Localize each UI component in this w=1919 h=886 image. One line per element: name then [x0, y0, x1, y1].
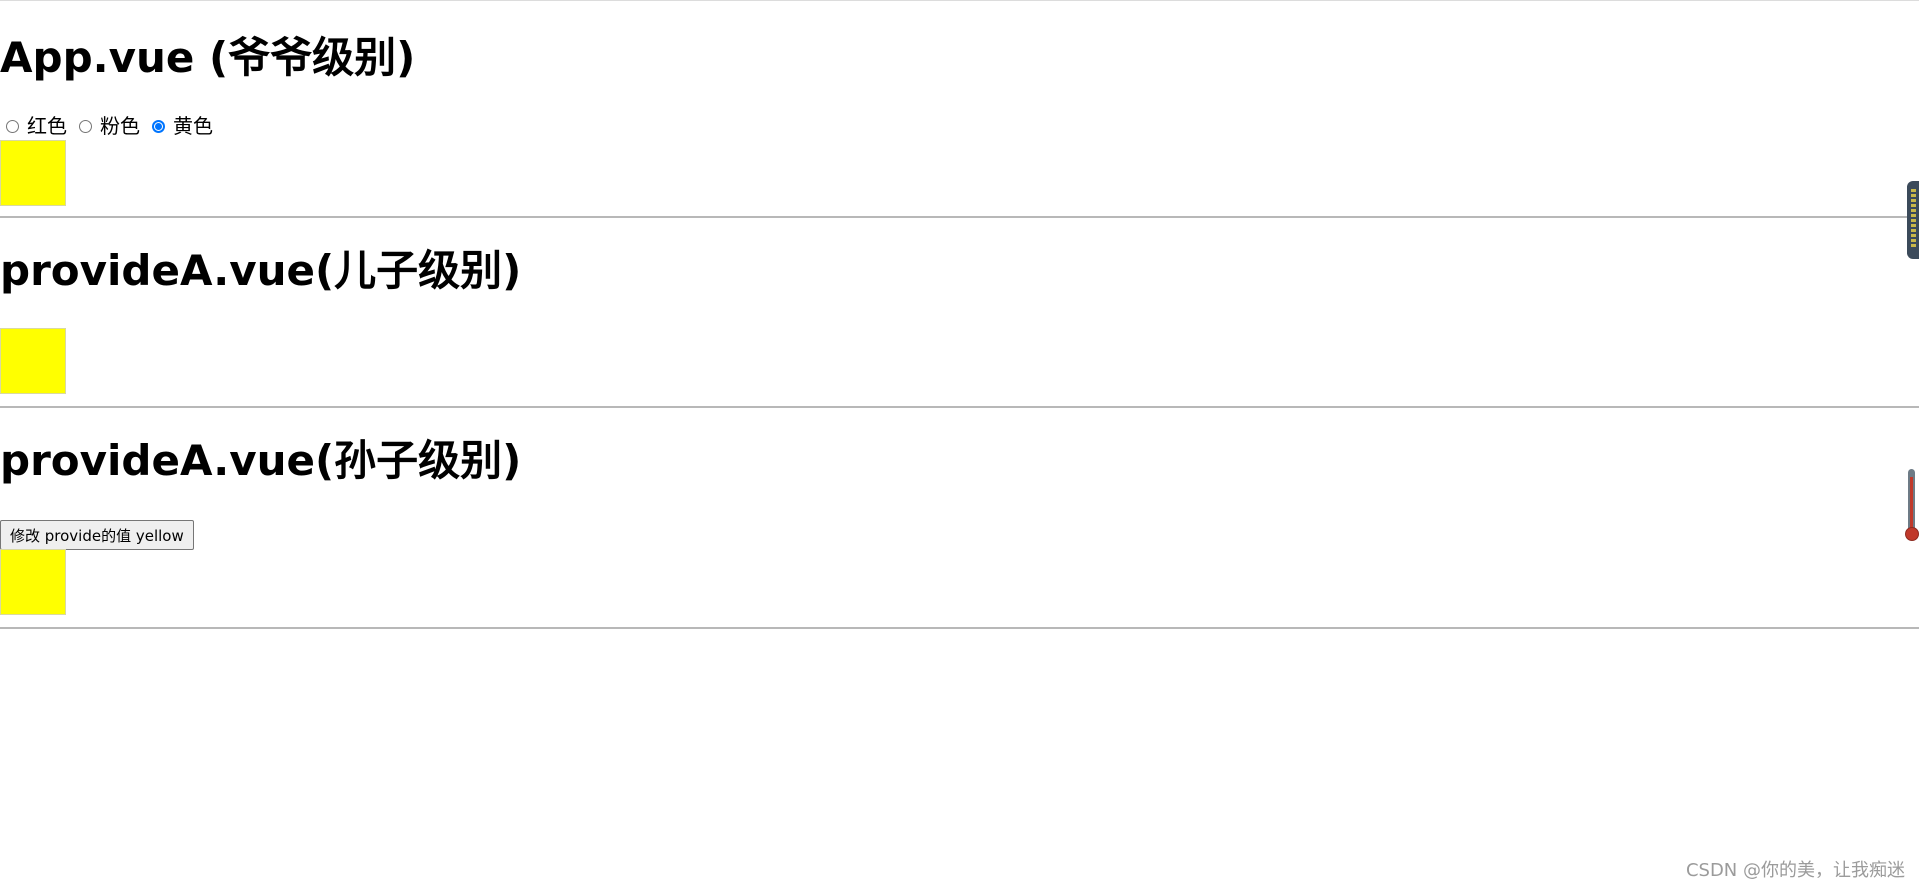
- thermometer-mercury: [1910, 477, 1913, 531]
- meter-bars: [1911, 189, 1916, 249]
- radio-button-pink[interactable]: [79, 119, 92, 133]
- app-heading: App.vue (爷爷级别): [0, 33, 416, 82]
- thermometer-icon[interactable]: [1905, 469, 1919, 543]
- radio-option-yellow[interactable]: 黄色: [152, 113, 213, 139]
- radio-button-yellow[interactable]: [152, 119, 165, 133]
- grandchild-section: provideA.vue(孙子级别) 修改 provide的值 yellow: [0, 408, 1919, 629]
- child-section: provideA.vue(儿子级别): [0, 218, 1919, 408]
- app-color-swatch: [0, 140, 66, 206]
- grandchild-heading: provideA.vue(孙子级别): [0, 436, 522, 485]
- csdn-watermark: CSDN @你的美，让我痴迷: [1685, 860, 1905, 881]
- radio-label-pink: 粉色: [100, 114, 140, 138]
- modify-provide-button[interactable]: 修改 provide的值 yellow: [0, 520, 194, 550]
- radio-button-red[interactable]: [6, 119, 19, 133]
- color-radio-group: 红色 粉色 黄色: [6, 113, 225, 139]
- grandchild-color-swatch: [0, 549, 66, 615]
- radio-label-yellow: 黄色: [173, 114, 213, 138]
- radio-option-red[interactable]: 红色: [6, 113, 67, 139]
- page: App.vue (爷爷级别) 红色 粉色 黄色 provideA.vue(儿子级…: [0, 0, 1919, 886]
- radio-label-red: 红色: [27, 114, 67, 138]
- child-heading: provideA.vue(儿子级别): [0, 246, 522, 295]
- radio-option-pink[interactable]: 粉色: [79, 113, 140, 139]
- app-section: App.vue (爷爷级别) 红色 粉色 黄色: [0, 1, 1919, 218]
- thermometer-bulb: [1905, 527, 1919, 541]
- level-meter-icon[interactable]: [1907, 181, 1919, 259]
- child-color-swatch: [0, 328, 66, 394]
